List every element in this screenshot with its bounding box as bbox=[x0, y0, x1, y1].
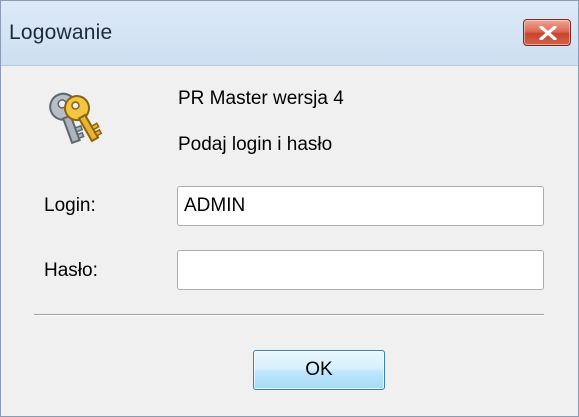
login-dialog: Logowanie PR Master wersja 4 Podaj login… bbox=[0, 0, 579, 417]
login-input[interactable] bbox=[177, 186, 544, 226]
title-bar[interactable]: Logowanie bbox=[1, 1, 578, 66]
divider bbox=[34, 314, 544, 316]
keys-icon bbox=[49, 92, 103, 145]
ok-button[interactable]: OK bbox=[253, 350, 385, 390]
window-title: Logowanie bbox=[9, 21, 113, 44]
app-name: PR Master wersja 4 bbox=[178, 88, 344, 109]
password-input[interactable] bbox=[177, 250, 544, 290]
close-button[interactable] bbox=[523, 19, 571, 46]
login-label: Login: bbox=[44, 195, 96, 216]
dialog-body: PR Master wersja 4 Podaj login i hasło L… bbox=[1, 66, 578, 416]
password-label: Hasło: bbox=[44, 260, 98, 281]
close-icon bbox=[539, 26, 557, 40]
instruction-text: Podaj login i hasło bbox=[178, 134, 333, 155]
